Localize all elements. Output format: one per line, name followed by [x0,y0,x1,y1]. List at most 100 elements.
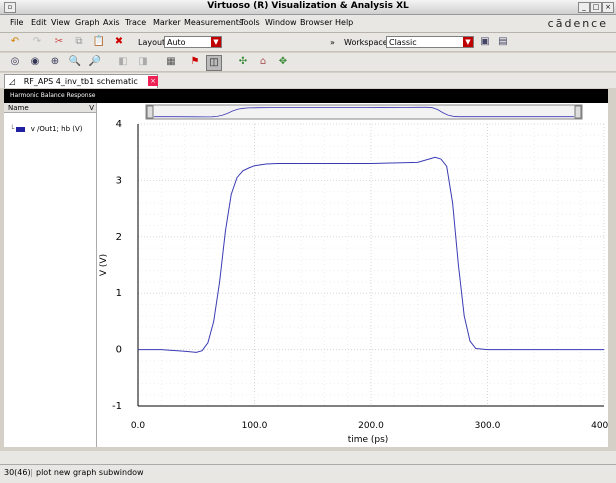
undo-icon[interactable]: ↶ [8,35,22,49]
series-point [475,348,477,349]
y-tick-label: 1 [116,288,122,299]
menu-file[interactable]: File [10,18,23,27]
main-toolbar: ↶ ↷ ✂ ⧉ 📋 ✖ Layout: Auto ▼ » Workspace: … [0,33,616,52]
status-bar: 30(46) | plot new graph subwindow [0,464,616,483]
series-point [265,163,267,165]
marker-flag-icon[interactable]: ⚑ [188,55,202,69]
series-point [452,202,453,204]
zoom-in-x-icon[interactable]: ⊕ [48,55,62,69]
x-tick-label: 200.0 [358,421,384,431]
menu-bar: File Edit View Graph Axis Trace Marker M… [0,15,616,33]
menu-edit[interactable]: Edit [31,18,47,27]
series-point [463,315,465,317]
zoom-out-icon[interactable]: 🔎 [88,55,102,69]
series-point [428,158,430,160]
status-message: plot new graph subwindow [36,468,144,477]
menu-marker[interactable]: Marker [153,18,181,27]
menu-window[interactable]: Window [265,18,297,27]
calculator-icon[interactable]: ✣ [236,55,250,69]
zoom-full-icon[interactable]: ◉ [28,55,42,69]
workspace-label: Workspace: [344,38,391,47]
results-icon[interactable]: ✥ [276,55,290,69]
tab-bar: ◿ RF_APS 4_inv_tb1 schematic × [0,73,616,88]
series-point [434,156,436,158]
series-point [457,264,459,266]
series-line [138,156,604,353]
horizontal-scrollbar[interactable] [0,451,616,464]
y-tick-label: 4 [116,119,122,130]
series-point [213,321,215,322]
menu-tools[interactable]: Tools [240,18,260,27]
x-tick-label: 300.0 [475,421,501,431]
series-point [184,350,186,352]
x-tick-label: 400.0 [591,421,608,431]
layout-select[interactable]: Auto ▼ [164,36,222,48]
pan-left-icon[interactable]: ◧ [116,55,130,69]
minimize-icon[interactable]: _ [578,2,590,13]
series-point [201,350,203,352]
hat-icon[interactable]: ⌂ [256,55,270,69]
close-tab-icon[interactable]: × [148,76,158,86]
workspace-value: Classic [389,38,417,47]
close-icon[interactable]: × [602,2,614,13]
x-axis-label: time (ps) [348,435,389,445]
cut-icon[interactable]: ✂ [52,35,66,49]
menu-measurements[interactable]: Measurements [184,18,243,27]
fit-icon[interactable]: ◎ [8,55,22,69]
menu-graph[interactable]: Graph [75,18,100,27]
copy-icon[interactable]: ⧉ [72,35,86,49]
series-point [137,349,139,350]
y-tick-label: 3 [116,175,122,186]
layout-value: Auto [167,38,186,47]
series-point [440,158,442,160]
window-title: Virtuoso (R) Visualization & Analysis XL [207,1,409,11]
cadence-logo: cādence [547,17,608,30]
y-tick-label: 0 [116,345,122,356]
series-point [224,230,226,232]
window-menu-icon[interactable]: ▫ [4,2,16,13]
delete-icon[interactable]: ✖ [112,35,126,49]
workspace-load-icon[interactable]: ▤ [496,35,510,49]
redo-icon[interactable]: ↷ [30,35,44,49]
series-point [417,161,418,163]
paste-icon[interactable]: 📋 [92,35,106,49]
series-point [254,165,255,167]
series-point [219,281,220,283]
table-icon[interactable]: ▦ [164,55,178,69]
toolbar-overflow-icon[interactable]: » [330,38,335,47]
strip-icon[interactable]: ◫ [206,55,222,71]
series-point [207,342,209,344]
plot-area[interactable]: 0.0 100.0 200.0 300.0 400.0 4 3 2 1 0 -1 time (ps) V… [4,103,608,447]
graph-window: Name V └ v /Out1; hb (V) 0.0 100.0 200.0 30… [4,103,608,447]
zoom-in-icon[interactable]: 🔍 [68,55,82,69]
status-count: 30(46) [4,468,31,477]
graph-title: Harmonic Balance Response [4,89,608,103]
series-point [236,177,238,178]
series-point [545,349,547,350]
graph-toolbar: ◎ ◉ ⊕ 🔍 🔎 ◧ ◨ ▦ ⚑ ◫ ✣ ⌂ ✥ [0,53,616,72]
chevron-down-icon: ▼ [463,37,473,47]
series-point [248,167,250,169]
schematic-icon: ◿ [9,77,16,86]
tab-schematic[interactable]: ◿ RF_APS 4_inv_tb1 schematic × [4,74,158,88]
menu-help[interactable]: Help [335,18,353,27]
series-point [446,165,448,167]
series-point [487,349,488,350]
menu-trace[interactable]: Trace [125,18,146,27]
y-tick-label: 2 [116,232,122,243]
workspace-select[interactable]: Classic ▼ [386,36,474,48]
maximize-icon[interactable]: □ [590,2,602,13]
series-point [277,163,279,164]
menu-axis[interactable]: Axis [103,18,120,27]
series-point [160,349,162,350]
workspace-save-icon[interactable]: ▣ [478,35,492,49]
series-point [603,349,605,350]
menu-view[interactable]: View [51,18,70,27]
series-point [312,163,314,164]
zoom-right-handle [574,105,582,119]
series-point [242,170,244,172]
series-point [230,194,232,195]
series-point [195,352,197,353]
menu-browser[interactable]: Browser [300,18,332,27]
pan-right-icon[interactable]: ◨ [136,55,150,69]
